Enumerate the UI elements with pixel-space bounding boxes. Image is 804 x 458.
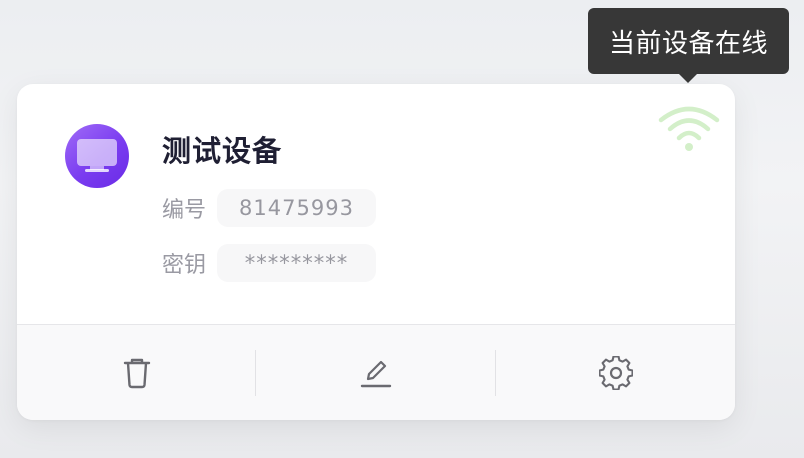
key-label: 密钥 [162, 253, 207, 278]
id-value: 81475993 [217, 189, 376, 227]
action-bar [17, 325, 735, 420]
id-label: 编号 [162, 198, 207, 223]
device-info: 测试设备 编号 81475993 密钥 ********* [17, 84, 735, 325]
device-card: 测试设备 编号 81475993 密钥 ********* [17, 84, 735, 420]
edit-icon [360, 360, 391, 387]
trash-icon [123, 358, 150, 388]
online-status-tooltip: 当前设备在线 [588, 8, 789, 74]
device-avatar [65, 124, 129, 188]
device-name: 测试设备 [162, 134, 283, 168]
gear-icon [598, 355, 633, 390]
key-value: ********* [217, 244, 376, 282]
edit-button[interactable] [256, 325, 495, 420]
monitor-icon [77, 139, 117, 172]
delete-button[interactable] [17, 325, 256, 420]
settings-button[interactable] [496, 325, 735, 420]
wifi-icon[interactable] [657, 104, 721, 152]
tooltip-arrow [679, 74, 697, 83]
